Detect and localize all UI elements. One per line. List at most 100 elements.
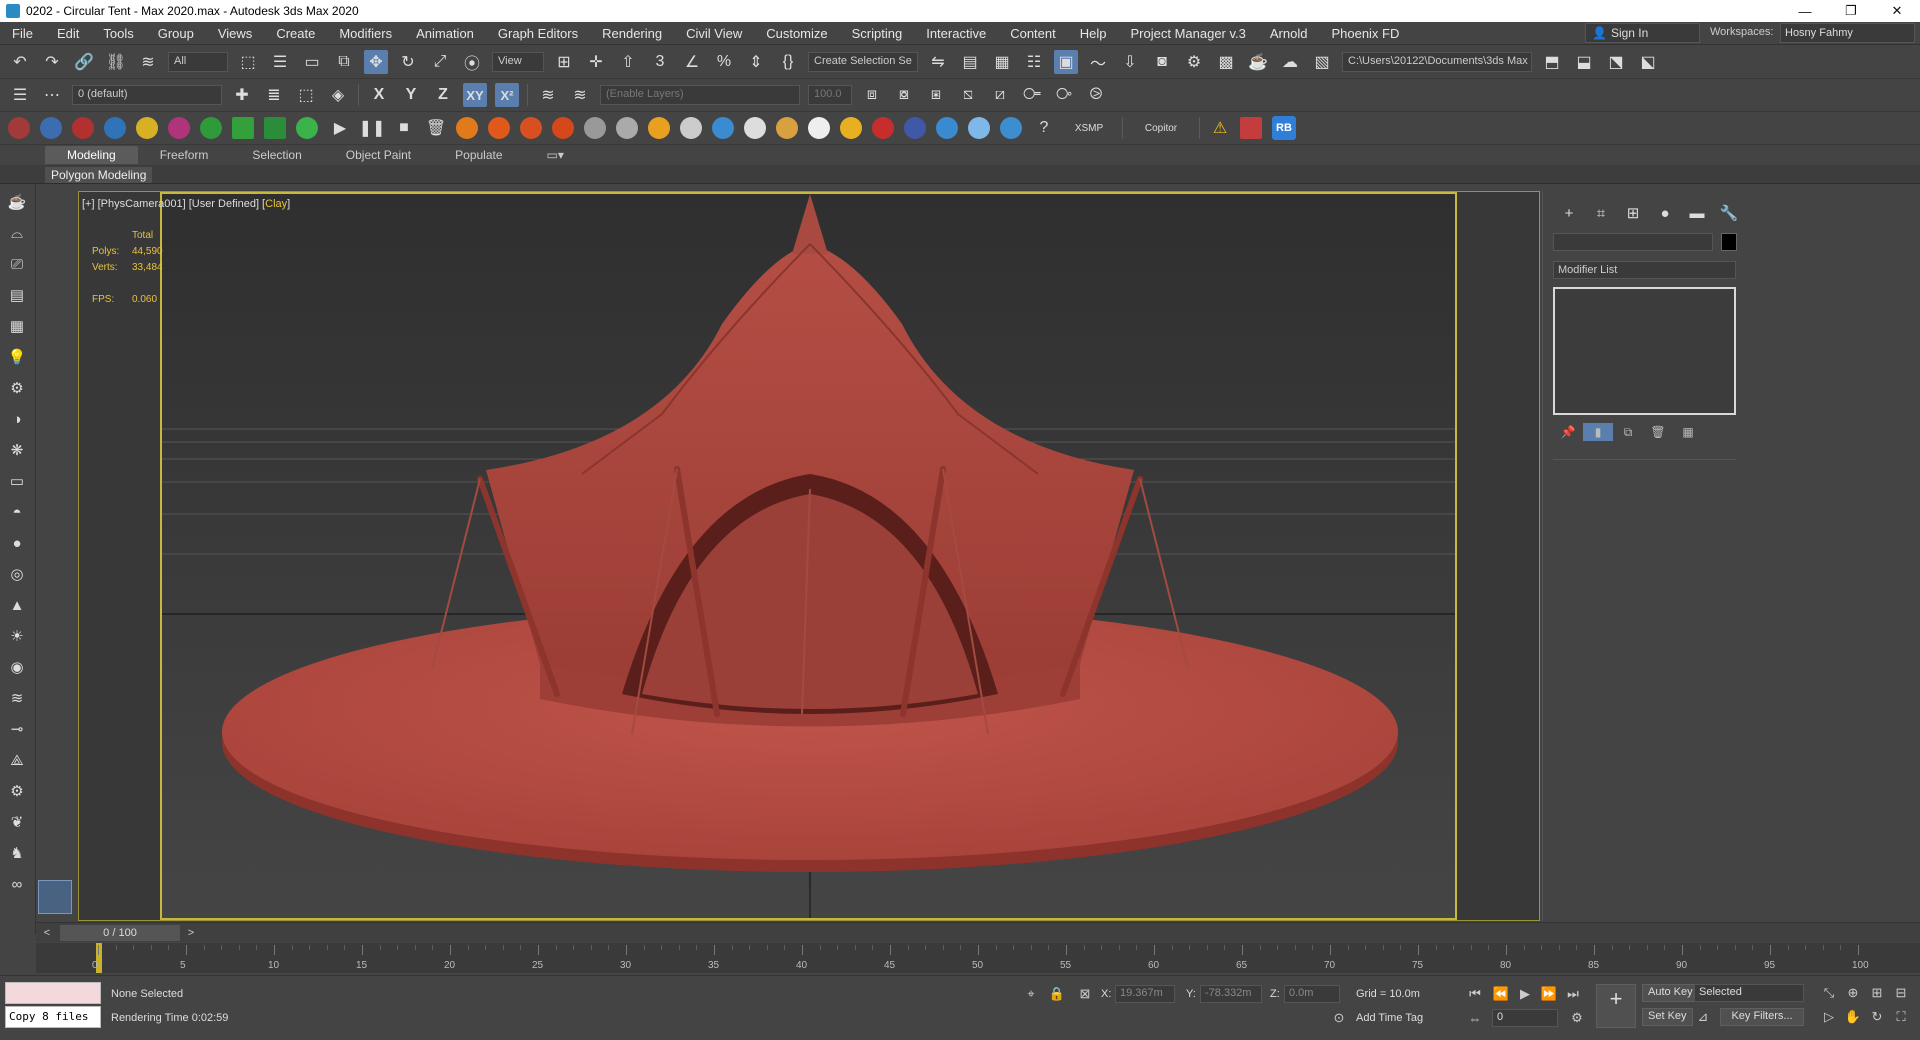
menu-civil-view[interactable]: Civil View xyxy=(674,26,754,41)
liquid-1-icon[interactable] xyxy=(712,117,734,139)
layer-tool-1-icon[interactable]: ⧈ xyxy=(860,83,884,107)
field-of-view-icon[interactable]: ▷ xyxy=(1820,1008,1838,1026)
layer-stack-a-icon[interactable]: ≋ xyxy=(536,83,560,107)
place-icon[interactable]: ⦿ xyxy=(460,50,484,74)
orbit-icon[interactable]: ↻ xyxy=(1868,1008,1886,1026)
align-icon[interactable]: ▤ xyxy=(958,50,982,74)
wave-2-icon[interactable] xyxy=(968,117,990,139)
go-to-end-icon[interactable]: ⏭ xyxy=(1564,985,1582,1003)
hierarchy-tab-icon[interactable]: ⊞ xyxy=(1617,203,1649,223)
keyboard-shortcut-icon[interactable]: ⇧ xyxy=(616,50,640,74)
key-mode-toggle-icon[interactable]: ⇔ xyxy=(1466,1009,1484,1027)
axis-y-button[interactable]: Y xyxy=(399,83,423,107)
go-to-start-icon[interactable]: ⏮ xyxy=(1466,985,1484,1003)
fire-2-icon[interactable] xyxy=(488,117,510,139)
select-object-icon[interactable]: ⬚ xyxy=(236,50,260,74)
render-iterative-icon[interactable]: ☁ xyxy=(1278,50,1302,74)
fire-1-icon[interactable] xyxy=(456,117,478,139)
fire-3-icon[interactable] xyxy=(520,117,542,139)
plant-icon[interactable]: ❦ xyxy=(4,809,30,835)
absolute-mode-icon[interactable]: ⊠ xyxy=(1076,985,1094,1003)
show-end-result-icon[interactable]: ▮ xyxy=(1583,423,1613,441)
layer-percent-field[interactable]: 100.0 xyxy=(808,85,852,105)
bind-space-warp-icon[interactable]: ≋ xyxy=(136,50,160,74)
zoom-icon[interactable]: ⤡ xyxy=(1820,984,1838,1002)
object-name-field[interactable] xyxy=(1553,233,1713,251)
percent-snap-icon[interactable]: % xyxy=(712,50,736,74)
layer-tool-2-icon[interactable]: ⧇ xyxy=(892,83,916,107)
document-icon[interactable]: ▤ xyxy=(4,282,30,308)
globe-green-icon[interactable] xyxy=(200,117,222,139)
layers-stack-icon[interactable]: ≣ xyxy=(262,83,286,107)
add-to-layer-icon[interactable]: ✚ xyxy=(230,83,254,107)
previous-key-icon[interactable]: ⏪ xyxy=(1492,985,1510,1003)
sign-in-dropdown[interactable]: 👤 Sign In xyxy=(1585,23,1700,43)
bowl-icon[interactable] xyxy=(808,117,830,139)
drop-blue-icon[interactable] xyxy=(104,117,126,139)
gear-icon[interactable]: ⚙ xyxy=(4,778,30,804)
set-key-button[interactable]: Set Key xyxy=(1642,1008,1693,1026)
utilities-tab-icon[interactable]: 🔧 xyxy=(1713,203,1745,223)
x-coord-field[interactable]: 19.367m xyxy=(1115,985,1175,1003)
dome-icon[interactable]: ◓ xyxy=(4,499,30,525)
sphere-red-icon[interactable] xyxy=(72,117,94,139)
layer-list-icon[interactable]: ☰ xyxy=(8,83,32,107)
menu-tools[interactable]: Tools xyxy=(91,26,145,41)
pause-icon[interactable]: ❚❚ xyxy=(359,116,386,140)
close-button[interactable]: ✕ xyxy=(1874,0,1920,22)
link-icon[interactable]: 🔗 xyxy=(72,50,96,74)
ribbon-options-icon[interactable]: ▭▾ xyxy=(525,146,586,164)
display-tab-icon[interactable]: ▬ xyxy=(1681,203,1713,223)
named-selection-set[interactable]: Create Selection Se xyxy=(808,52,918,72)
hair-icon[interactable]: ≋ xyxy=(4,685,30,711)
menu-content[interactable]: Content xyxy=(998,26,1068,41)
tab-selection[interactable]: Selection xyxy=(230,146,323,164)
y-coord-field[interactable]: -78.332m xyxy=(1200,985,1262,1003)
menu-modifiers[interactable]: Modifiers xyxy=(327,26,404,41)
space-warp-icon[interactable]: ◑ xyxy=(4,406,30,432)
remove-modifier-icon[interactable]: 🗑 xyxy=(1643,423,1673,441)
time-slider-frame[interactable]: 0 / 100 xyxy=(60,925,180,941)
grid-icon[interactable]: ▦ xyxy=(4,313,30,339)
torus-icon[interactable]: ◎ xyxy=(4,561,30,587)
edit-named-selection-icon[interactable]: {} xyxy=(776,50,800,74)
undo-icon[interactable]: ↶ xyxy=(8,50,32,74)
next-key-icon[interactable]: ⏩ xyxy=(1540,985,1558,1003)
current-layer-dropdown[interactable]: 0 (default) xyxy=(72,85,222,105)
reference-coord-dropdown[interactable]: View xyxy=(492,52,544,72)
minimize-button[interactable]: — xyxy=(1782,0,1828,22)
cup-icon[interactable] xyxy=(776,117,798,139)
render-production-icon[interactable]: ☕ xyxy=(1246,50,1270,74)
set-key-plus-icon[interactable]: + xyxy=(1596,984,1636,1028)
unlink-icon[interactable]: ⛓ xyxy=(104,50,128,74)
rotate-icon[interactable]: ↻ xyxy=(396,50,420,74)
menu-interactive[interactable]: Interactive xyxy=(914,26,998,41)
create-tab-icon[interactable]: + xyxy=(1553,203,1585,223)
project-path-dropdown[interactable]: C:\Users\20122\Documents\3ds Max 2020 xyxy=(1342,52,1532,72)
track-bar[interactable]: 0 5 10 15 20 25 30 35 40 45 50 55 60 65 70 75 80 85 90 95 10… xyxy=(36,943,1920,973)
rb-button[interactable]: RB xyxy=(1272,116,1296,140)
toggle-ribbon-icon[interactable]: ▣ xyxy=(1054,50,1078,74)
menu-customize[interactable]: Customize xyxy=(754,26,839,41)
workspace-select[interactable]: Hosny Fahmy xyxy=(1780,23,1915,43)
current-frame-field[interactable]: 0 xyxy=(1492,1009,1558,1027)
enable-layers-dropdown[interactable]: (Enable Layers) xyxy=(600,85,800,105)
viewport-3d[interactable] xyxy=(160,192,1457,920)
menu-views[interactable]: Views xyxy=(206,26,264,41)
select-manipulate-icon[interactable]: ✛ xyxy=(584,50,608,74)
menu-group[interactable]: Group xyxy=(146,26,206,41)
layer-visibility-icon[interactable]: ⋯ xyxy=(40,83,64,107)
xsmp-button[interactable]: XSMP xyxy=(1064,116,1114,140)
knot-icon[interactable]: ∞ xyxy=(4,871,30,897)
axis-xz-button[interactable]: X² xyxy=(495,83,519,107)
key-mode-dropdown[interactable]: Selected xyxy=(1694,984,1804,1002)
circle-magenta-icon[interactable] xyxy=(168,117,190,139)
select-by-name-icon[interactable]: ☰ xyxy=(268,50,292,74)
motion-tab-icon[interactable]: ● xyxy=(1649,203,1681,223)
plugin-red-icon[interactable] xyxy=(1240,117,1262,139)
modifier-list-dropdown[interactable]: Modifier List xyxy=(1553,261,1736,279)
light-icon[interactable]: 💡 xyxy=(4,344,30,370)
add-time-tag-button[interactable]: Add Time Tag xyxy=(1356,1012,1423,1024)
rect-selection-icon[interactable]: ▭ xyxy=(300,50,324,74)
ocean-icon[interactable] xyxy=(1000,117,1022,139)
